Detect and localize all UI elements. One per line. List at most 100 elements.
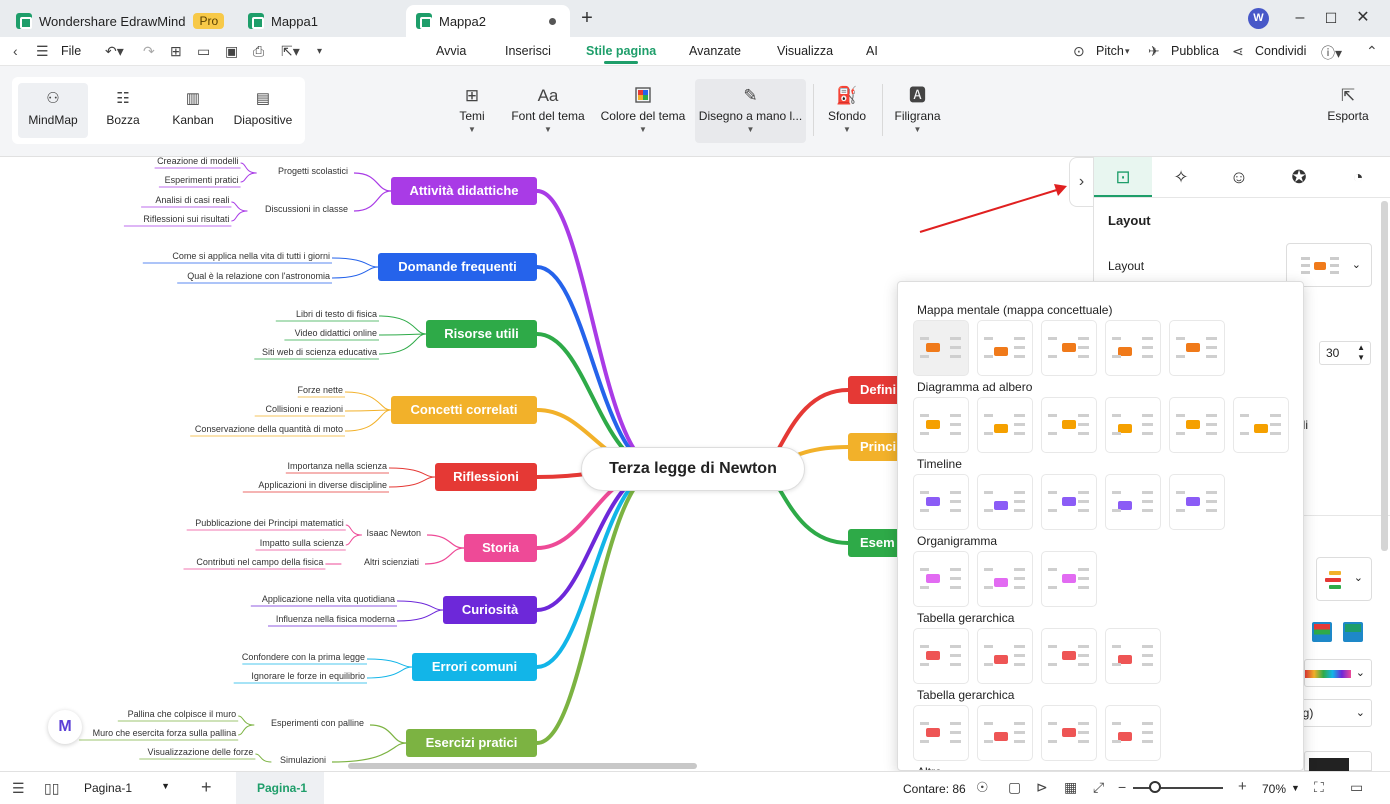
leaf-topic[interactable]: Ignorare le forze in equilibrio (251, 671, 365, 681)
undo-icon[interactable]: ↶▾ (105, 43, 124, 60)
more-options-icon[interactable]: ⌃ (1366, 43, 1378, 60)
collapse-panel-chevron-icon[interactable]: › (1069, 157, 1093, 207)
branch-topic[interactable]: Attività didattiche (391, 177, 537, 205)
minimize-icon[interactable]: – (1291, 9, 1309, 27)
theme-font-button[interactable]: Aa Font del tema ▼ (508, 79, 588, 143)
panel-tab-history[interactable]: ◔ (1329, 157, 1387, 197)
leaf-topic[interactable]: Visualizzazione delle forze (148, 747, 254, 757)
leaf-topic[interactable]: Pallina che colpisce il muro (128, 709, 237, 719)
zoom-in-icon[interactable]: + (1238, 778, 1247, 795)
tab-mappa1[interactable]: Mappa1 (238, 5, 398, 37)
close-window-icon[interactable]: ✕ (1354, 9, 1372, 27)
menu-inserisci[interactable]: Inserisci (505, 44, 551, 58)
chevron-down-icon[interactable]: ▾ (1125, 46, 1130, 57)
leaf-topic[interactable]: Applicazione nella vita quotidiana (262, 594, 395, 604)
branch-topic[interactable]: Curiosità (443, 596, 537, 624)
leaf-topic[interactable]: Forze nette (297, 385, 343, 395)
leaf-topic[interactable]: Analisi di casi reali (155, 195, 229, 205)
zoom-slider-handle[interactable] (1149, 781, 1161, 793)
new-file-icon[interactable]: ⊞ (170, 43, 182, 60)
sub-topic[interactable]: Esperimenti con palline (271, 718, 364, 728)
page-list-icon[interactable]: ☰ (12, 780, 25, 797)
panel-tab-layout[interactable]: ⊡ (1094, 157, 1152, 197)
layout-option[interactable] (913, 397, 969, 453)
leaf-topic[interactable]: Confondere con la prima legge (242, 652, 365, 662)
layout-option[interactable] (1041, 397, 1097, 453)
color-scheme-option[interactable] (1312, 622, 1332, 642)
layout-option[interactable] (977, 320, 1033, 376)
central-topic[interactable]: Terza legge di Newton (581, 447, 805, 491)
layout-option[interactable] (1041, 474, 1097, 530)
leaf-topic[interactable]: Contributi nel campo della fisica (196, 557, 323, 567)
zoom-level[interactable]: 70% (1262, 782, 1286, 796)
leaf-topic[interactable]: Muro che esercita forza sulla pallina (93, 728, 237, 738)
leaf-topic[interactable]: Qual è la relazione con l'astronomia (187, 271, 330, 281)
view-bozza-button[interactable]: ☷ Bozza (88, 83, 158, 138)
open-folder-icon[interactable]: ▭ (197, 43, 210, 60)
branch-topic[interactable]: Storia (464, 534, 537, 562)
leaf-topic[interactable]: Conservazione della quantità di moto (195, 424, 343, 434)
play-icon[interactable]: ⊳ (1036, 779, 1048, 796)
print-icon[interactable]: ⎙ (253, 43, 264, 60)
sub-topic[interactable]: Simulazioni (280, 755, 326, 765)
layout-option[interactable] (977, 628, 1033, 684)
branch-style-dropdown[interactable]: ⌄ (1316, 557, 1372, 601)
new-tab-plus-icon[interactable]: + (578, 8, 596, 28)
rainbow-color-dropdown[interactable]: ⌄ (1304, 659, 1372, 687)
layout-option[interactable] (1105, 628, 1161, 684)
grid-icon[interactable]: ▦ (1064, 779, 1077, 796)
branch-topic[interactable]: Domande frequenti (378, 253, 537, 281)
maximize-icon[interactable]: ☐ (1322, 9, 1340, 27)
zoom-out-icon[interactable]: − (1118, 779, 1126, 795)
layout-option[interactable] (1169, 474, 1225, 530)
menu-visualizza[interactable]: Visualizza (777, 44, 833, 58)
horizontal-scrollbar[interactable] (348, 763, 697, 769)
background-button[interactable]: ⛽ Sfondo ▼ (822, 79, 872, 143)
hamburger-menu-icon[interactable]: ☰ (36, 43, 49, 60)
help-icon[interactable]: ⓘ▾ (1321, 43, 1342, 63)
page-tab[interactable]: Pagina-1 (236, 772, 324, 804)
layout-option[interactable] (913, 551, 969, 607)
layout-option[interactable] (1233, 397, 1289, 453)
save-icon[interactable]: ▣ (225, 43, 238, 60)
layout-option[interactable] (1041, 320, 1097, 376)
themes-button[interactable]: ⊞ Temi ▼ (447, 79, 497, 143)
sub-topic[interactable]: Altri scienziati (364, 557, 419, 567)
view-slides-button[interactable]: ▤ Diapositive (228, 83, 298, 138)
sub-topic[interactable]: Isaac Newton (366, 528, 421, 538)
layout-option[interactable] (977, 551, 1033, 607)
branch-topic[interactable]: Concetti correlati (391, 396, 537, 424)
leaf-topic[interactable]: Creazione di modelli (157, 157, 239, 166)
hand-drawn-button[interactable]: ✎ Disegno a mano l... ▼ (695, 79, 806, 143)
layout-option[interactable] (913, 628, 969, 684)
app-home-tab[interactable]: Wondershare EdrawMind Pro (6, 5, 234, 37)
view-kanban-button[interactable]: ▥ Kanban (158, 83, 228, 138)
layout-option[interactable] (1105, 397, 1161, 453)
menu-avvia[interactable]: Avvia (436, 44, 466, 58)
layout-option[interactable] (913, 705, 969, 761)
layout-option[interactable] (913, 320, 969, 376)
leaf-topic[interactable]: Influenza nella fisica moderna (276, 614, 395, 624)
more-quick-icon[interactable]: ▾ (317, 46, 322, 57)
ai-assistant-icon[interactable]: M (48, 710, 82, 744)
color-scheme-option[interactable] (1343, 622, 1363, 642)
fit-screen-icon[interactable]: ⛶ (1314, 779, 1324, 796)
pitch-button[interactable]: Pitch (1096, 44, 1124, 58)
publish-button[interactable]: Pubblica (1171, 44, 1219, 58)
branch-topic[interactable]: Errori comuni (412, 653, 537, 681)
color-picker-dropdown[interactable] (1304, 751, 1372, 772)
share-button[interactable]: Condividi (1255, 44, 1306, 58)
layout-option[interactable] (913, 474, 969, 530)
theme-color-button[interactable]: Colore del tema ▼ (598, 79, 688, 143)
stepper-arrows-icon[interactable]: ▲ ▼ (1357, 343, 1365, 363)
layout-option[interactable] (1169, 320, 1225, 376)
tab-mappa2[interactable]: Mappa2 (406, 5, 570, 37)
menu-ai[interactable]: AI (866, 44, 878, 58)
branch-topic[interactable]: Risorse utili (426, 320, 537, 348)
layout-option[interactable] (977, 397, 1033, 453)
menu-avanzate[interactable]: Avanzate (689, 44, 741, 58)
layout-option[interactable] (1041, 705, 1097, 761)
watermark-button[interactable]: 🅰 Filigrana ▼ (890, 79, 945, 143)
layout-option[interactable] (1041, 551, 1097, 607)
font-dropdown[interactable]: ig) ⌄ (1294, 699, 1372, 727)
